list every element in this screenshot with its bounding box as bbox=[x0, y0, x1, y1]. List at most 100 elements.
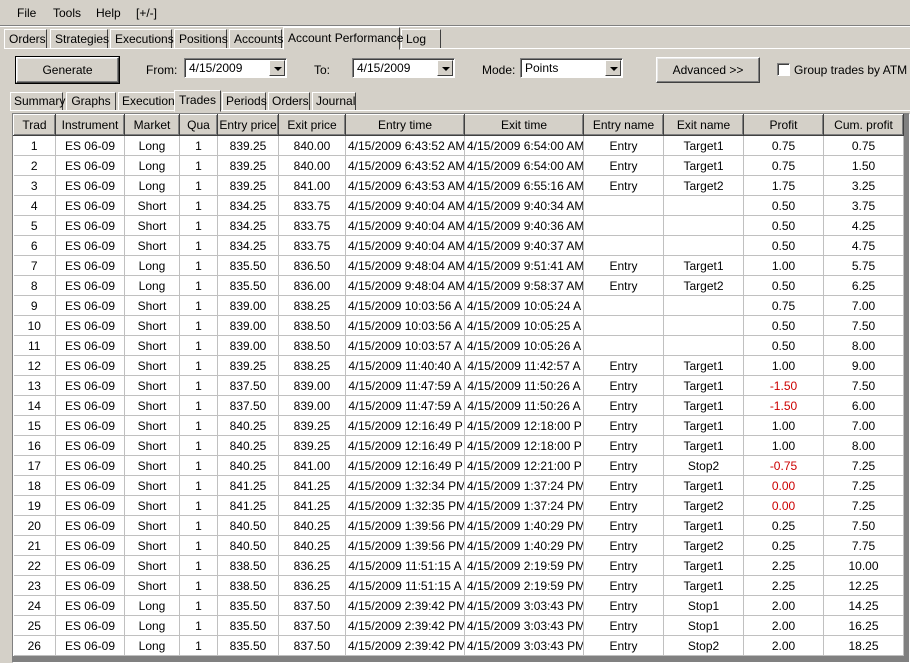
table-row[interactable]: 25 ES 06-09 Long 1 835.50 837.50 4/15/2009 2:3… bbox=[13, 615, 904, 636]
menu-tools[interactable]: Tools bbox=[53, 6, 81, 20]
column-header[interactable]: Trad bbox=[13, 114, 56, 136]
table-cell: Long bbox=[124, 255, 180, 276]
tab-account-performance[interactable]: Account Performance bbox=[283, 27, 403, 50]
group-trades-checkbox[interactable] bbox=[777, 63, 790, 76]
tab-executions-sub[interactable]: Executions bbox=[118, 92, 182, 111]
table-cell: 4/15/2009 1:37:24 PM bbox=[464, 495, 584, 516]
table-cell: 4/15/2009 9:40:36 AM bbox=[464, 215, 584, 236]
table-row[interactable]: 1 ES 06-09 Long 1 839.25 840.00 4/15/2009 6:43… bbox=[13, 135, 904, 156]
tab-periods[interactable]: Periods bbox=[222, 92, 267, 111]
tab-positions[interactable]: Positions bbox=[174, 29, 228, 49]
table-row[interactable]: 21 ES 06-09 Short 1 840.50 840.25 4/15/2009 1:… bbox=[13, 535, 904, 556]
column-header[interactable]: Profit bbox=[743, 114, 824, 136]
table-row[interactable]: 26 ES 06-09 Long 1 835.50 837.50 4/15/2009 2:3… bbox=[13, 635, 904, 656]
table-row[interactable]: 4 ES 06-09 Short 1 834.25 833.75 4/15/2009 9:4… bbox=[13, 195, 904, 216]
chevron-down-icon[interactable] bbox=[269, 60, 285, 76]
mode-select[interactable]: Points bbox=[520, 58, 623, 78]
column-header[interactable]: Entry price bbox=[217, 114, 279, 136]
table-cell: 4/15/2009 3:03:43 PM bbox=[464, 635, 584, 656]
table-row[interactable]: 22 ES 06-09 Short 1 838.50 836.25 4/15/2009 11… bbox=[13, 555, 904, 576]
table-cell: 1 bbox=[179, 315, 218, 336]
table-cell: 7.50 bbox=[823, 515, 904, 536]
advanced-button[interactable]: Advanced >> bbox=[656, 57, 760, 83]
tab-journal[interactable]: Journal bbox=[312, 92, 356, 111]
tab-graphs[interactable]: Graphs bbox=[66, 92, 116, 111]
column-header[interactable]: Cum. profit bbox=[823, 114, 904, 136]
table-row[interactable]: 20 ES 06-09 Short 1 840.50 840.25 4/15/2009 1:… bbox=[13, 515, 904, 536]
column-header[interactable]: Instrument bbox=[55, 114, 125, 136]
table-row[interactable]: 10 ES 06-09 Short 1 839.00 838.50 4/15/2009 10… bbox=[13, 315, 904, 336]
table-cell: Short bbox=[124, 395, 180, 416]
table-row[interactable]: 15 ES 06-09 Short 1 840.25 839.25 4/15/2009 12… bbox=[13, 415, 904, 436]
table-cell: 838.25 bbox=[278, 295, 346, 316]
table-row[interactable]: 5 ES 06-09 Short 1 834.25 833.75 4/15/2009 9:4… bbox=[13, 215, 904, 236]
menu-help[interactable]: Help bbox=[96, 6, 121, 20]
table-cell: ES 06-09 bbox=[55, 355, 125, 376]
tab-trades[interactable]: Trades bbox=[174, 90, 221, 112]
tab-orders[interactable]: Orders bbox=[4, 29, 47, 49]
table-cell: 840.50 bbox=[217, 515, 279, 536]
table-row[interactable]: 13 ES 06-09 Short 1 837.50 839.00 4/15/2009 11… bbox=[13, 375, 904, 396]
table-cell: 1 bbox=[13, 135, 56, 156]
table-row[interactable]: 24 ES 06-09 Long 1 835.50 837.50 4/15/2009 2:3… bbox=[13, 595, 904, 616]
from-date-picker[interactable]: 4/15/2009 bbox=[184, 58, 287, 78]
chevron-down-icon[interactable] bbox=[437, 60, 453, 76]
table-cell: 5 bbox=[13, 215, 56, 236]
table-row[interactable]: 11 ES 06-09 Short 1 839.00 838.50 4/15/2009 10… bbox=[13, 335, 904, 356]
column-header[interactable]: Market bbox=[124, 114, 180, 136]
table-cell: 2 bbox=[13, 155, 56, 176]
table-cell: ES 06-09 bbox=[55, 475, 125, 496]
tab-strategies[interactable]: Strategies bbox=[50, 29, 109, 49]
table-cell: ES 06-09 bbox=[55, 575, 125, 596]
table-cell: 841.25 bbox=[278, 475, 346, 496]
tab-log[interactable]: Log bbox=[401, 29, 441, 49]
table-cell: 1.75 bbox=[743, 175, 824, 196]
table-cell: 25 bbox=[13, 615, 56, 636]
generate-button[interactable]: Generate bbox=[15, 56, 120, 84]
column-header[interactable]: Exit price bbox=[278, 114, 346, 136]
table-cell: 4/15/2009 12:16:49 P bbox=[345, 435, 465, 456]
tab-orders-sub[interactable]: Orders bbox=[268, 92, 310, 111]
table-row[interactable]: 9 ES 06-09 Short 1 839.00 838.25 4/15/2009 10:… bbox=[13, 295, 904, 316]
trades-grid[interactable]: Trad Instrument Market Qua Entry price Exit p… bbox=[12, 113, 910, 663]
table-cell: 837.50 bbox=[278, 595, 346, 616]
table-row[interactable]: 18 ES 06-09 Short 1 841.25 841.25 4/15/2009 1:… bbox=[13, 475, 904, 496]
table-cell: 1 bbox=[179, 455, 218, 476]
table-row[interactable]: 7 ES 06-09 Long 1 835.50 836.50 4/15/2009 9:48… bbox=[13, 255, 904, 276]
table-row[interactable]: 19 ES 06-09 Short 1 841.25 841.25 4/15/2009 1:… bbox=[13, 495, 904, 516]
table-cell: Short bbox=[124, 215, 180, 236]
table-cell: Entry bbox=[583, 535, 664, 556]
menu-toggle[interactable]: [+/-] bbox=[136, 6, 157, 20]
menu-file[interactable]: File bbox=[17, 6, 36, 20]
table-row[interactable]: 16 ES 06-09 Short 1 840.25 839.25 4/15/2009 12… bbox=[13, 435, 904, 456]
table-cell: 841.25 bbox=[278, 495, 346, 516]
table-row[interactable]: 14 ES 06-09 Short 1 837.50 839.00 4/15/2009 11… bbox=[13, 395, 904, 416]
column-header[interactable]: Entry time bbox=[345, 114, 465, 136]
table-row[interactable]: 6 ES 06-09 Short 1 834.25 833.75 4/15/2009 9:4… bbox=[13, 235, 904, 256]
table-row[interactable]: 2 ES 06-09 Long 1 839.25 840.00 4/15/2009 6:43… bbox=[13, 155, 904, 176]
to-date-picker[interactable]: 4/15/2009 bbox=[352, 58, 455, 78]
table-row[interactable]: 3 ES 06-09 Long 1 839.25 841.00 4/15/2009 6:43… bbox=[13, 175, 904, 196]
menu-bar: File Tools Help [+/-] bbox=[0, 0, 910, 26]
table-cell: 841.00 bbox=[278, 455, 346, 476]
table-cell: Entry bbox=[583, 475, 664, 496]
column-header[interactable]: Exit name bbox=[663, 114, 744, 136]
table-cell: 838.50 bbox=[217, 555, 279, 576]
table-cell: 2.25 bbox=[743, 555, 824, 576]
table-row[interactable]: 12 ES 06-09 Short 1 839.25 838.25 4/15/2009 11… bbox=[13, 355, 904, 376]
tab-executions[interactable]: Executions bbox=[110, 29, 174, 49]
column-header[interactable]: Entry name bbox=[583, 114, 664, 136]
table-row[interactable]: 8 ES 06-09 Long 1 835.50 836.00 4/15/2009 9:48… bbox=[13, 275, 904, 296]
table-cell: 835.50 bbox=[217, 615, 279, 636]
table-cell: 834.25 bbox=[217, 195, 279, 216]
tab-summary[interactable]: Summary bbox=[10, 92, 65, 111]
chevron-down-icon[interactable] bbox=[605, 60, 621, 76]
table-row[interactable]: 17 ES 06-09 Short 1 840.25 841.00 4/15/2009 12… bbox=[13, 455, 904, 476]
tab-accounts[interactable]: Accounts bbox=[229, 29, 283, 49]
column-header[interactable]: Exit time bbox=[464, 114, 584, 136]
column-header[interactable]: Qua bbox=[179, 114, 218, 136]
table-row[interactable]: 23 ES 06-09 Short 1 838.50 836.25 4/15/2009 11… bbox=[13, 575, 904, 596]
table-cell: 16.25 bbox=[823, 615, 904, 636]
table-cell: 4/15/2009 11:50:26 A bbox=[464, 375, 584, 396]
table-cell: 0.25 bbox=[743, 515, 824, 536]
